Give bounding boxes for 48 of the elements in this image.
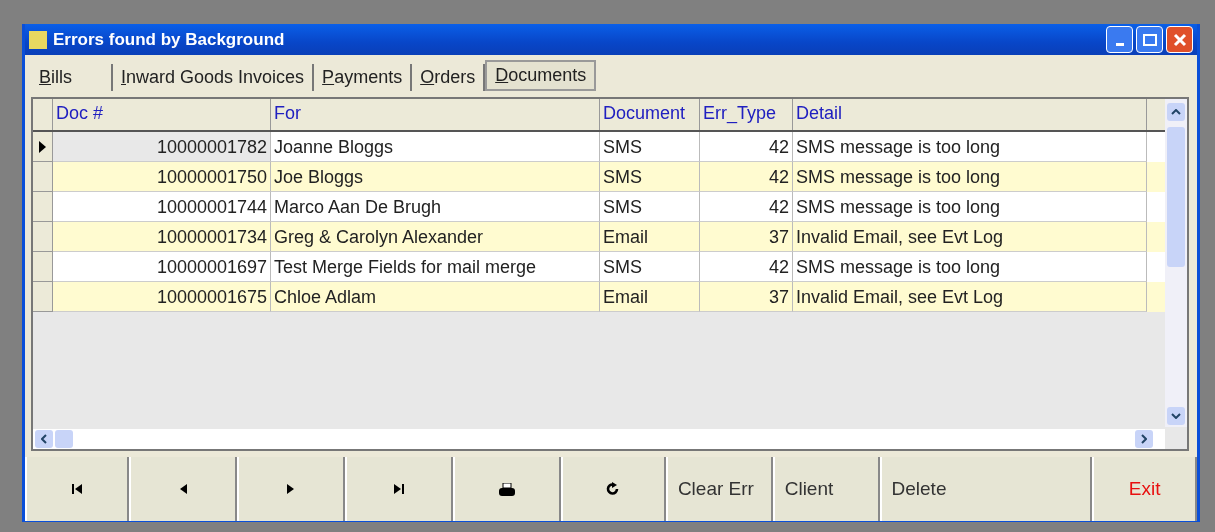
column-header[interactable]: Err_Type <box>700 99 793 130</box>
previous-icon <box>178 483 187 495</box>
maximize-icon <box>1142 33 1157 46</box>
chevron-down-icon <box>1171 413 1181 419</box>
table-cell: Chloe Adlam <box>271 282 600 312</box>
chevron-up-icon <box>1171 109 1181 115</box>
table-cell: 37 <box>700 282 793 312</box>
printer-icon <box>499 482 516 496</box>
tab[interactable]: Bills <box>31 64 113 91</box>
column-header[interactable]: Document <box>600 99 700 130</box>
print-button[interactable] <box>453 457 562 521</box>
close-icon <box>1172 32 1187 47</box>
table-cell: 10000001675 <box>53 282 271 312</box>
last-button[interactable] <box>345 457 454 521</box>
exit-button[interactable]: Exit <box>1092 457 1197 521</box>
action-button[interactable]: Clear Err <box>665 457 773 521</box>
action-button[interactable]: Delete <box>879 457 1093 521</box>
chevron-right-icon <box>1141 434 1147 444</box>
minimize-icon <box>1115 43 1124 46</box>
minimize-button[interactable] <box>1106 26 1133 53</box>
previous-button[interactable] <box>128 457 237 521</box>
column-header[interactable]: For <box>271 99 600 130</box>
maximize-button[interactable] <box>1136 26 1163 53</box>
table-cell: Invalid Email, see Evt Log <box>793 282 1147 312</box>
column-header[interactable]: Doc # <box>53 99 271 130</box>
last-record-icon <box>393 483 406 495</box>
table-cell: 10000001782 <box>53 132 271 162</box>
scroll-thumb[interactable] <box>55 430 73 448</box>
next-button[interactable] <box>236 457 346 521</box>
current-row-icon <box>39 140 46 153</box>
chevron-left-icon <box>41 434 47 444</box>
first-button[interactable] <box>25 457 129 521</box>
tab[interactable]: Documents <box>485 60 597 91</box>
vertical-scrollbar[interactable] <box>1165 99 1187 427</box>
horizontal-scrollbar[interactable] <box>33 429 1165 449</box>
close-button[interactable] <box>1166 26 1193 53</box>
refresh-button[interactable] <box>561 457 666 521</box>
tab[interactable]: Inward Goods Invoices <box>113 64 315 91</box>
table-cell: Email <box>600 282 700 312</box>
column-header[interactable]: Detail <box>793 99 1147 130</box>
app-icon <box>29 30 47 49</box>
first-record-icon <box>70 483 83 495</box>
window-title: Errors found by Background <box>53 29 285 50</box>
refresh-icon <box>606 482 621 496</box>
tab[interactable]: Payments <box>314 64 413 91</box>
row-indicator[interactable] <box>33 132 53 162</box>
action-button[interactable]: Client <box>772 457 880 521</box>
next-icon <box>287 483 296 495</box>
